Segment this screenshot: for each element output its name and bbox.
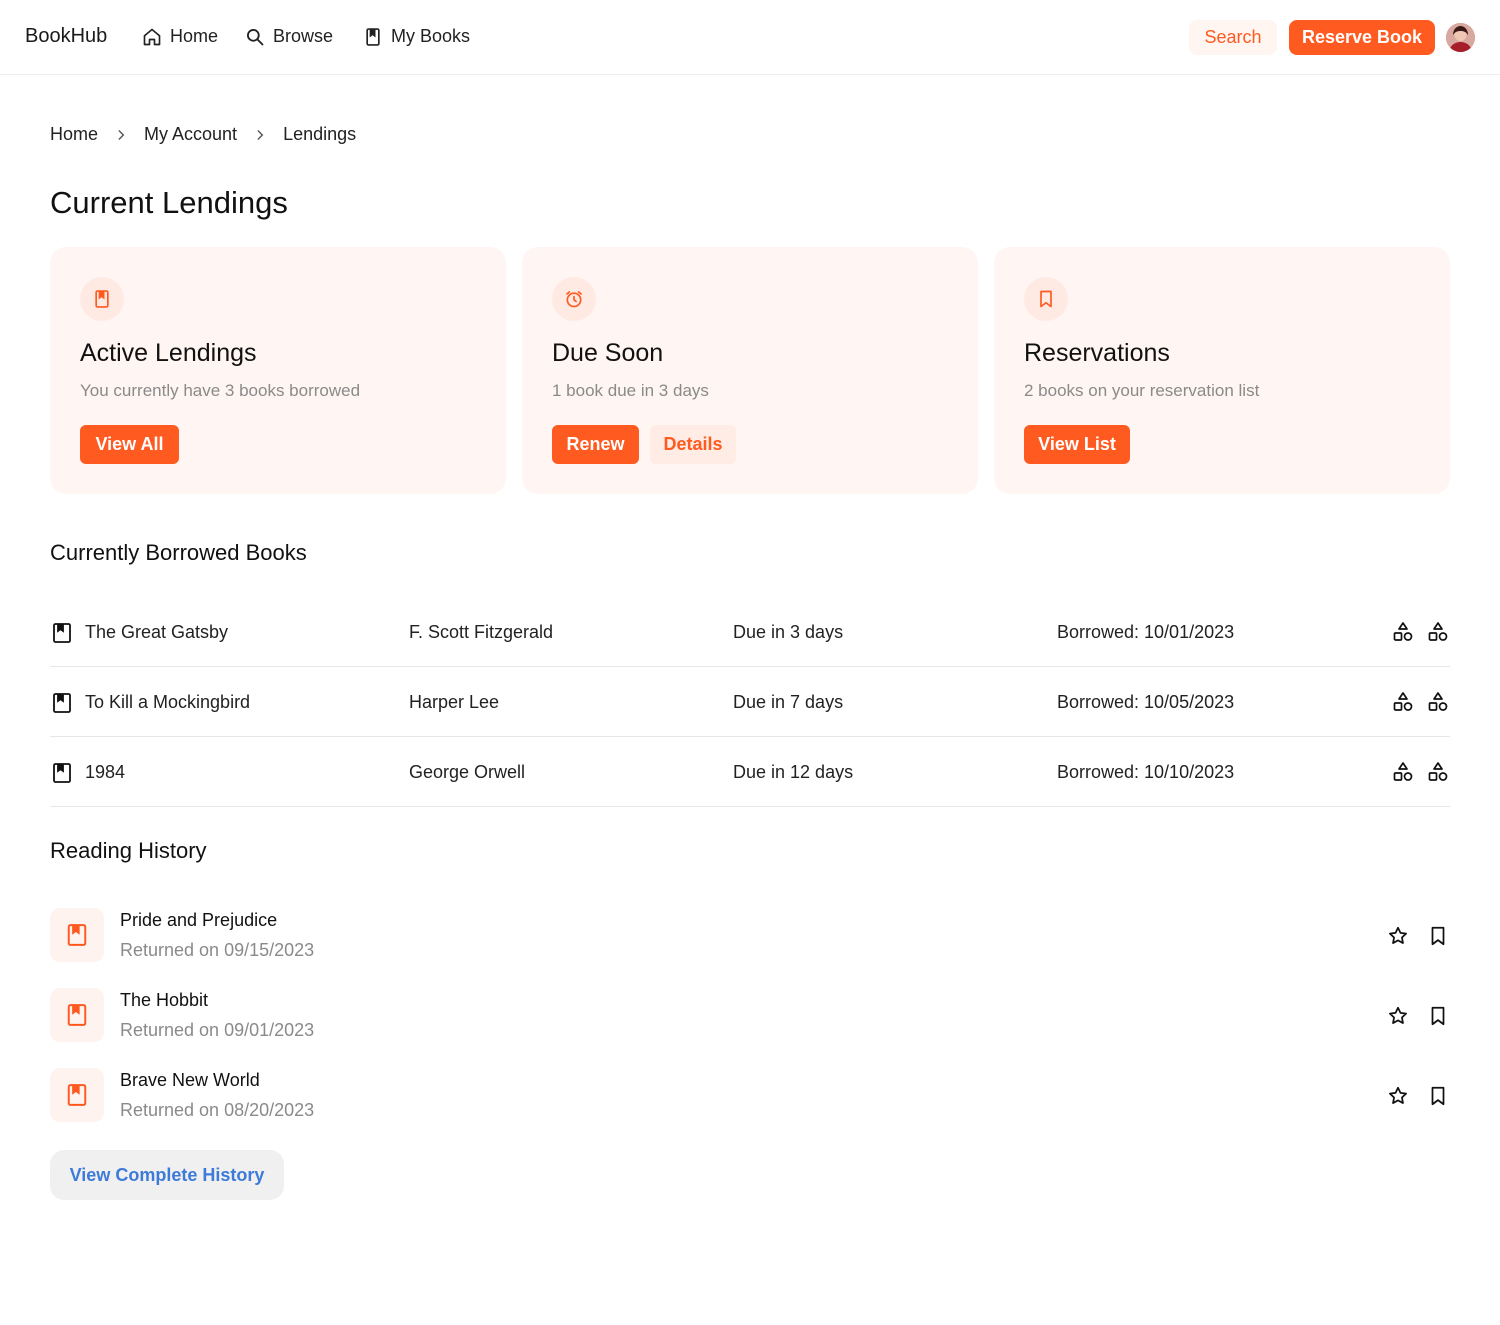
search-icon: [247, 28, 264, 45]
due-status: Due in 12 days: [733, 762, 854, 782]
shapes-icon[interactable]: [1392, 761, 1414, 783]
book-icon: [67, 1004, 87, 1026]
book-author: Harper Lee: [409, 692, 500, 712]
borrowed-section-title: Currently Borrowed Books: [50, 540, 307, 565]
book-title: 1984: [85, 762, 126, 782]
card-title: Due Soon: [552, 339, 664, 367]
book-tile: [50, 1068, 104, 1122]
book-title: The Great Gatsby: [85, 622, 229, 642]
borrowed-date: Borrowed: 10/01/2023: [1057, 622, 1235, 642]
card-active-lendings: Active Lendings You currently have 3 boo…: [50, 247, 506, 494]
shapes-icon[interactable]: [1392, 621, 1414, 643]
table-row[interactable]: 1984 George Orwell Due in 12 days Borrow…: [50, 737, 1450, 807]
list-item[interactable]: Pride and Prejudice Returned on 09/15/20…: [50, 908, 1450, 964]
breadcrumb-lendings: Lendings: [283, 124, 357, 144]
star-icon[interactable]: [1387, 1085, 1409, 1107]
card-icon-wrap: [552, 277, 596, 321]
nav-mybooks-label: My Books: [391, 26, 471, 46]
breadcrumb-home[interactable]: Home: [50, 124, 98, 145]
nav-browse-label: Browse: [273, 26, 334, 46]
top-navbar: BookHub Home Browse My Books Search Rese…: [0, 0, 1500, 75]
renew-button[interactable]: Renew: [552, 425, 639, 464]
book-icon: [67, 924, 87, 946]
nav-browse-link[interactable]: Browse: [245, 26, 333, 47]
brand-logo[interactable]: BookHub: [25, 25, 107, 48]
card-subtitle: 1 book due in 3 days: [552, 381, 709, 400]
history-book-title: Pride and Prejudice: [120, 910, 278, 930]
table-row[interactable]: To Kill a Mockingbird Harper Lee Due in …: [50, 667, 1450, 737]
history-book-title: Brave New World: [120, 1070, 260, 1090]
search-button[interactable]: Search: [1189, 20, 1277, 55]
view-complete-history-button[interactable]: View Complete History: [50, 1150, 284, 1200]
borrowed-date: Borrowed: 10/05/2023: [1057, 692, 1235, 712]
bookmark-icon[interactable]: [1427, 1005, 1449, 1027]
book-icon: [67, 1084, 87, 1106]
card-due-soon: Due Soon 1 book due in 3 days Renew Deta…: [522, 247, 978, 494]
card-subtitle: 2 books on your reservation list: [1024, 381, 1260, 400]
book-icon: [53, 693, 71, 713]
bookmark-icon[interactable]: [1427, 925, 1449, 947]
card-title: Active Lendings: [80, 339, 257, 367]
history-section-title: Reading History: [50, 838, 207, 863]
breadcrumb: Home My Account Lendings: [50, 124, 356, 145]
shapes-icon[interactable]: [1392, 691, 1414, 713]
chevron-right-icon: [257, 129, 264, 140]
book-author: F. Scott Fitzgerald: [409, 622, 554, 642]
table-row[interactable]: The Great Gatsby F. Scott Fitzgerald Due…: [50, 597, 1450, 667]
shapes-icon[interactable]: [1427, 761, 1449, 783]
card-icon-wrap: [80, 277, 124, 321]
view-list-button[interactable]: View List: [1024, 425, 1130, 464]
book-author: George Orwell: [409, 762, 526, 782]
chevron-right-icon: [118, 129, 125, 140]
card-subtitle: You currently have 3 books borrowed: [80, 381, 361, 400]
bookmark-icon: [1040, 290, 1052, 308]
avatar-image: [1446, 23, 1475, 52]
due-status: Due in 7 days: [733, 692, 844, 712]
book-title: To Kill a Mockingbird: [85, 692, 251, 712]
bookmark-icon[interactable]: [1427, 1085, 1449, 1107]
history-returned-date: Returned on 08/20/2023: [120, 1100, 315, 1120]
book-tile: [50, 988, 104, 1042]
card-reservations: Reservations 2 books on your reservation…: [994, 247, 1450, 494]
list-item[interactable]: Brave New World Returned on 08/20/2023: [50, 1068, 1450, 1124]
star-icon[interactable]: [1387, 1005, 1409, 1027]
home-icon: [143, 28, 161, 45]
nav-mybooks-link[interactable]: My Books: [363, 26, 470, 47]
nav-home-label: Home: [170, 26, 219, 46]
breadcrumb-my-account[interactable]: My Account: [144, 124, 237, 145]
card-icon-wrap: [1024, 277, 1068, 321]
nav-home-link[interactable]: Home: [142, 26, 218, 47]
page-title: Current Lendings: [50, 185, 288, 220]
shapes-icon[interactable]: [1427, 691, 1449, 713]
reserve-book-button[interactable]: Reserve Book: [1289, 20, 1435, 55]
book-icon: [53, 623, 71, 643]
view-all-button[interactable]: View All: [80, 425, 179, 464]
alarm-clock-icon: [566, 291, 582, 308]
history-returned-date: Returned on 09/15/2023: [120, 940, 315, 960]
book-tile: [50, 908, 104, 962]
shapes-icon[interactable]: [1427, 621, 1449, 643]
star-icon[interactable]: [1387, 925, 1409, 947]
list-item[interactable]: The Hobbit Returned on 09/01/2023: [50, 988, 1450, 1044]
details-button[interactable]: Details: [650, 425, 736, 464]
history-book-title: The Hobbit: [120, 990, 209, 1010]
borrowed-date: Borrowed: 10/10/2023: [1057, 762, 1235, 782]
book-icon: [95, 290, 109, 308]
user-avatar[interactable]: [1446, 23, 1475, 52]
card-title: Reservations: [1024, 339, 1170, 367]
history-returned-date: Returned on 09/01/2023: [120, 1020, 315, 1040]
due-status: Due in 3 days: [733, 622, 844, 642]
book-icon: [366, 27, 380, 46]
book-icon: [53, 763, 71, 783]
